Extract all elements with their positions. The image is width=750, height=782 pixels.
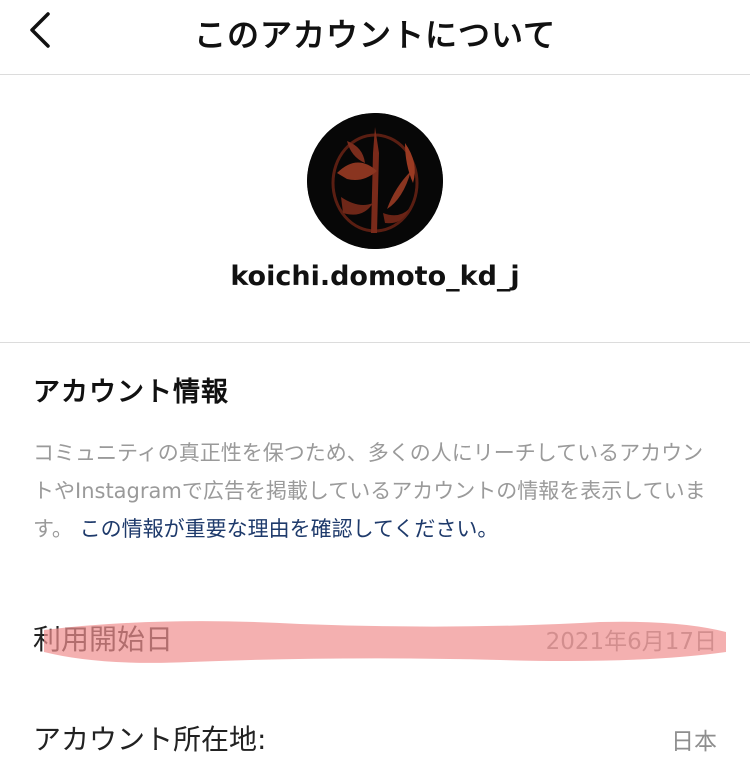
profile-emblem-icon	[307, 113, 443, 249]
date-joined-label: 利用開始日	[33, 623, 174, 656]
avatar[interactable]	[307, 113, 443, 249]
account-info-description: コミュニティの真正性を保つため、多くの人にリーチしているアカウントやInstag…	[33, 434, 723, 548]
date-joined-row: 利用開始日 2021年6月17日	[33, 618, 717, 662]
date-joined-value: 2021年6月17日	[545, 629, 717, 655]
account-location-label: アカウント所在地:	[33, 723, 267, 756]
account-location-row: アカウント所在地: 日本	[33, 718, 717, 762]
section-title: アカウント情報	[33, 377, 229, 408]
page-title: このアカウントについて	[193, 16, 557, 54]
top-navigation-bar: このアカウントについて	[0, 0, 750, 75]
username: koichi.domoto_kd_j	[230, 261, 520, 292]
profile-section: koichi.domoto_kd_j	[0, 75, 750, 343]
account-location-value: 日本	[671, 729, 717, 755]
learn-why-link[interactable]: この情報が重要な理由を確認してください。	[80, 517, 499, 541]
